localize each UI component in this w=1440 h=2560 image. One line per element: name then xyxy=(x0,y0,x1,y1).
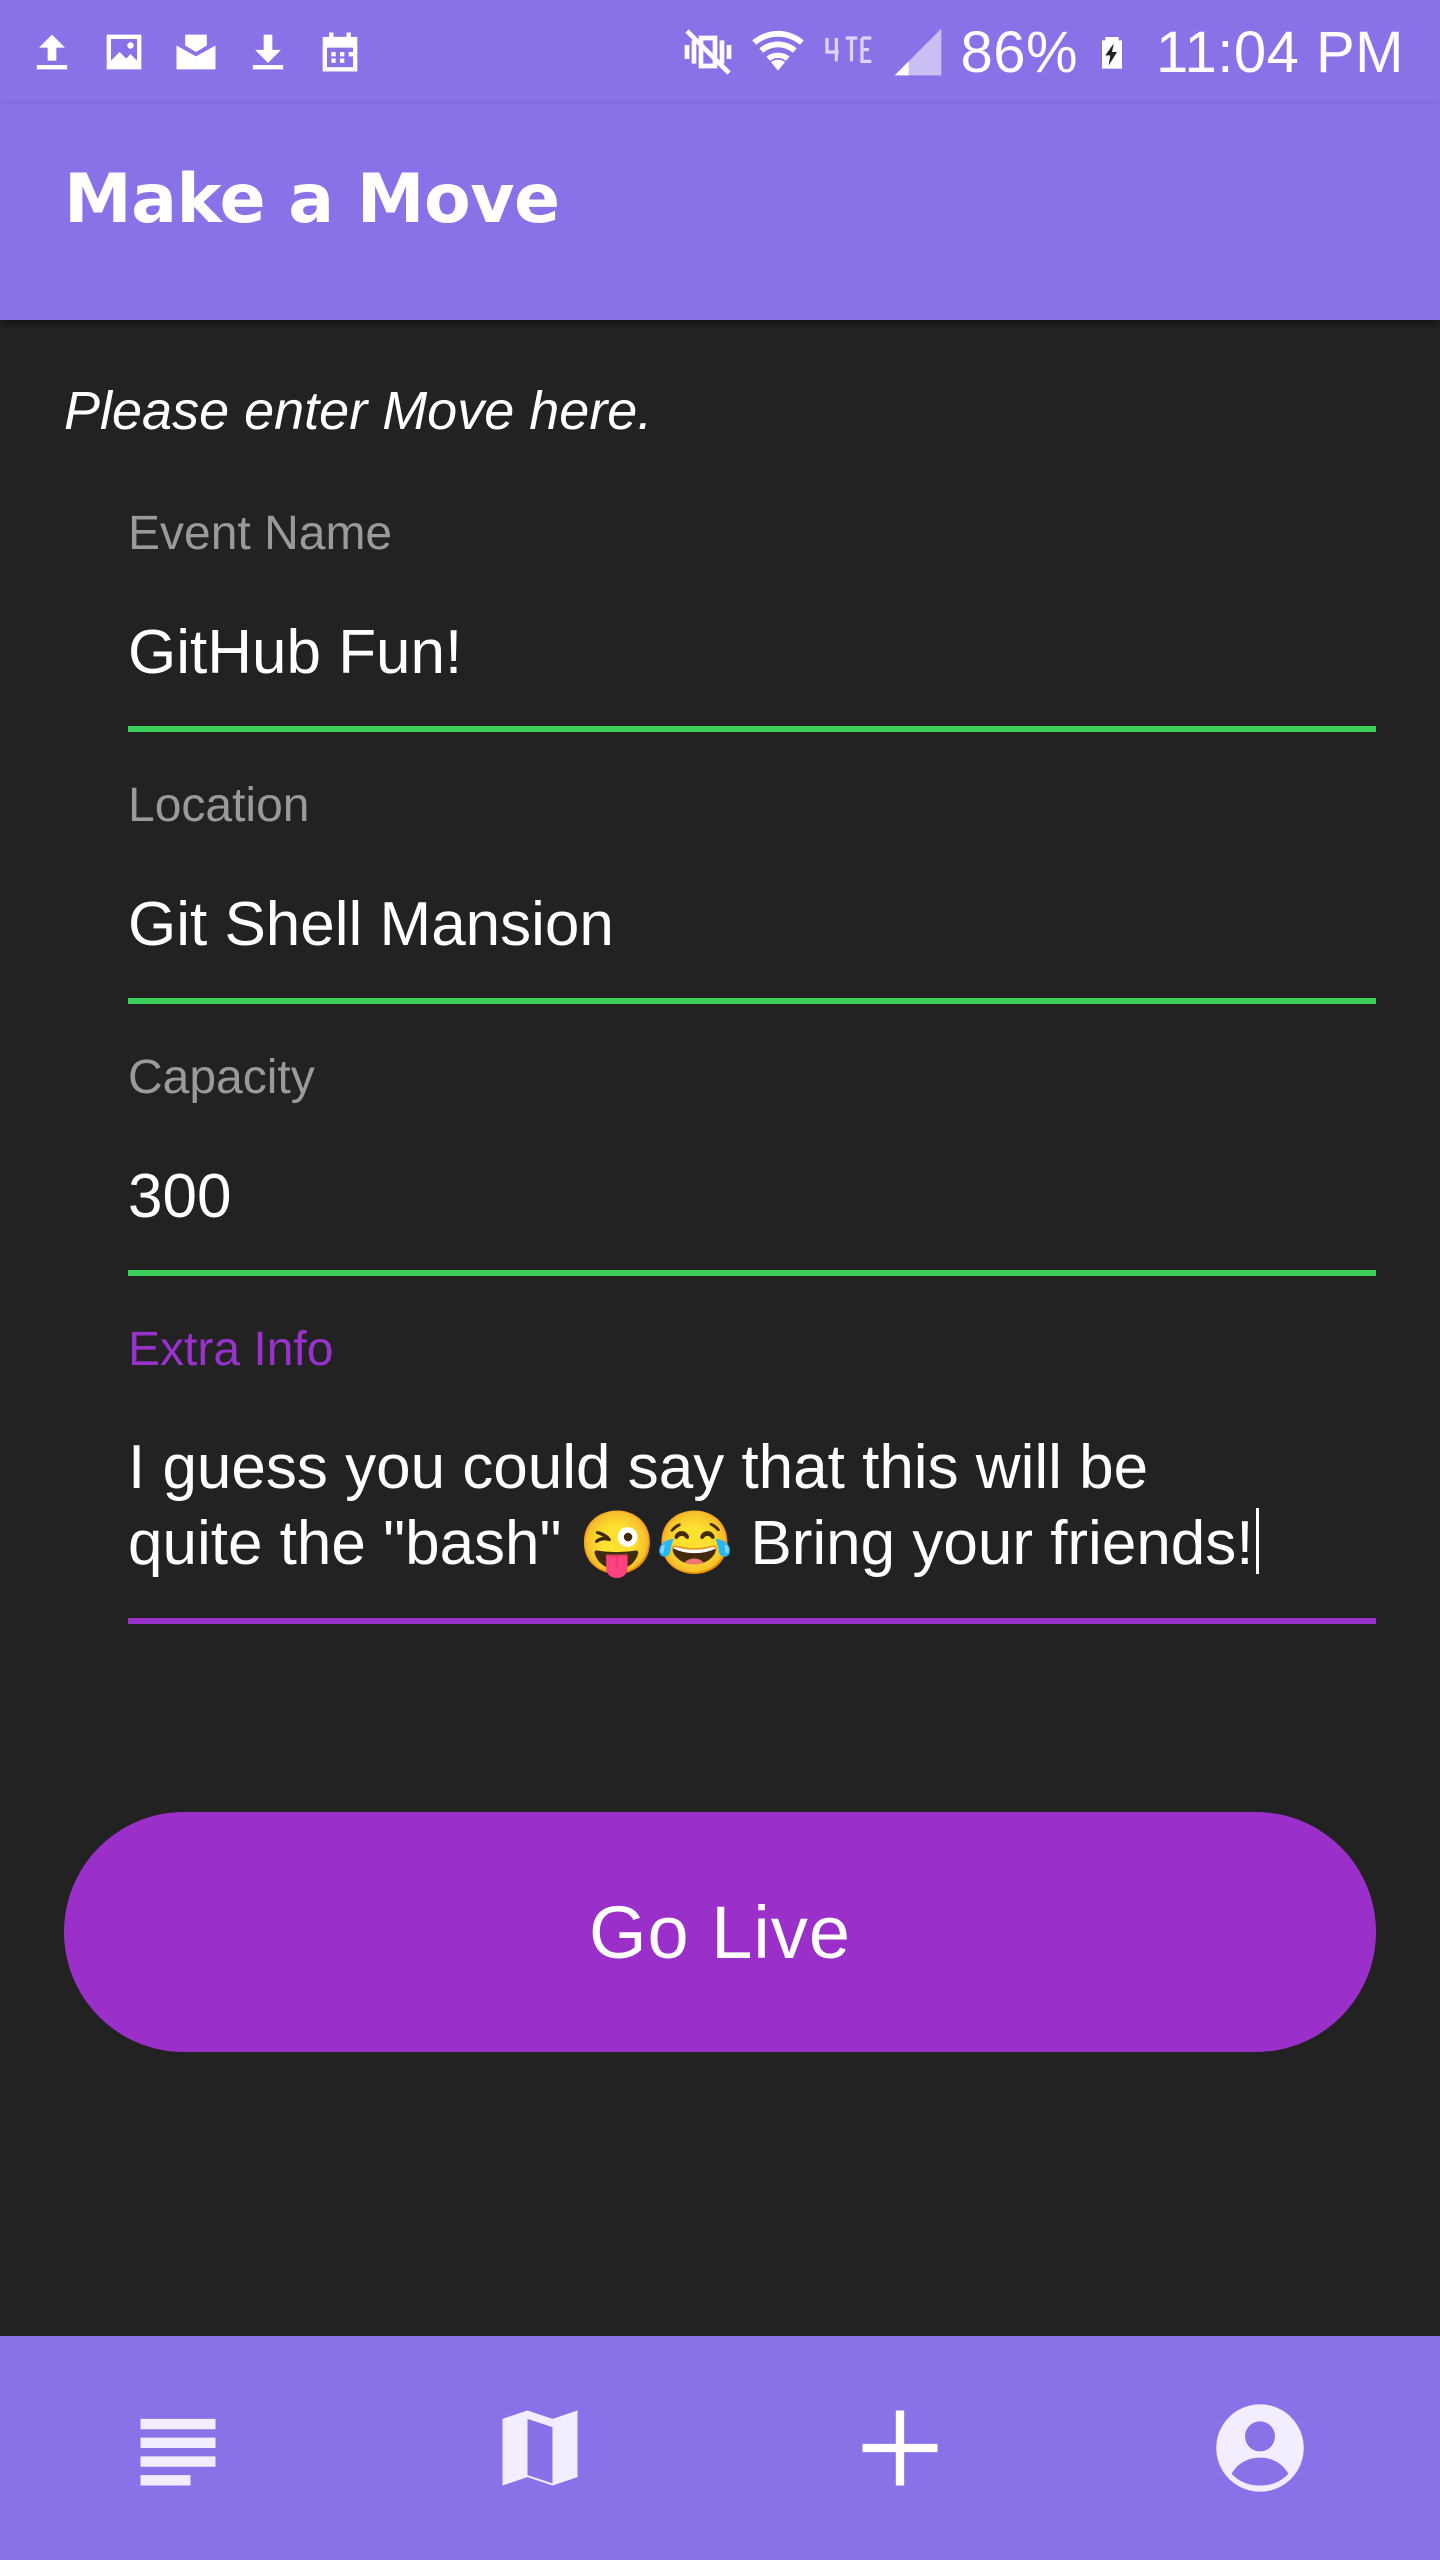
nav-item-profile[interactable] xyxy=(1200,2388,1320,2508)
app-bar: Make a Move xyxy=(0,104,1440,320)
battery-percentage: 86% xyxy=(960,19,1079,85)
add-icon xyxy=(862,2410,938,2486)
capacity-underline xyxy=(128,1270,1376,1276)
bottom-navigation xyxy=(0,2336,1440,2560)
event-name-label: Event Name xyxy=(128,507,393,560)
capacity-label: Capacity xyxy=(128,1051,315,1104)
location-field[interactable]: Location Git Shell Mansion xyxy=(128,776,1376,1004)
capacity-field[interactable]: Capacity 300 xyxy=(128,1048,1376,1276)
event-name-field[interactable]: Event Name GitHub Fun! xyxy=(128,504,1376,732)
system-status: 86% 11:04 PM xyxy=(680,14,1404,90)
list-icon xyxy=(140,2418,216,2486)
screen: 86% 11:04 PM Make a Move Please enter Mo… xyxy=(0,0,1440,2560)
event-name-underline xyxy=(128,726,1376,732)
download-icon xyxy=(252,34,284,70)
page-title: Make a Move xyxy=(64,160,560,239)
extra-info-text: I guess you could say that this will be … xyxy=(128,1433,1254,1578)
extra-info-label: Extra Info xyxy=(128,1323,334,1376)
extra-info-underline xyxy=(128,1618,1376,1624)
text-cursor xyxy=(1255,1508,1259,1574)
wifi-icon xyxy=(752,30,805,71)
location-underline xyxy=(128,998,1376,1004)
4g-lte-icon xyxy=(825,36,872,63)
image-icon xyxy=(106,34,142,70)
extra-info-input[interactable]: I guess you could say that this will be … xyxy=(128,1430,1376,1582)
clock: 11:04 PM xyxy=(1156,19,1404,85)
nav-item-add[interactable] xyxy=(840,2388,960,2508)
extra-info-field[interactable]: Extra Info I guess you could say that th… xyxy=(128,1320,1376,1624)
nav-item-map[interactable] xyxy=(480,2388,600,2508)
mail-check-icon xyxy=(176,34,216,70)
calendar-icon xyxy=(322,32,358,72)
nav-item-feed[interactable] xyxy=(118,2388,238,2508)
vibrate-mute-icon xyxy=(685,29,732,75)
go-live-button[interactable]: Go Live xyxy=(64,1812,1376,2052)
form-instructions: Please enter Move here. xyxy=(64,381,653,441)
location-label: Location xyxy=(128,779,310,832)
battery-charging-icon xyxy=(1102,37,1123,69)
event-name-input[interactable]: GitHub Fun! xyxy=(128,616,1376,690)
account-icon xyxy=(1216,2404,1304,2492)
signal-icon xyxy=(895,28,942,76)
location-input[interactable]: Git Shell Mansion xyxy=(128,888,1376,962)
capacity-input[interactable]: 300 xyxy=(128,1160,1376,1234)
status-bar: 86% 11:04 PM xyxy=(0,0,1440,104)
upload-icon xyxy=(36,34,68,70)
map-icon xyxy=(502,2410,578,2486)
notification-icons xyxy=(26,22,366,82)
